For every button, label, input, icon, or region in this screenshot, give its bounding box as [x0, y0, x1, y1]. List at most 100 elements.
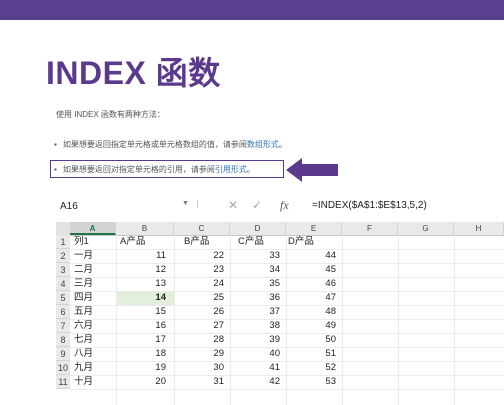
highlighted-cell[interactable]: 14 [117, 291, 174, 305]
row-header[interactable]: 3 [56, 263, 70, 277]
cell[interactable]: 35 [230, 277, 280, 291]
column-header-f[interactable]: F [342, 222, 398, 235]
left-arrow-icon [286, 158, 338, 182]
cell[interactable]: 40 [230, 347, 280, 361]
cell[interactable]: 29 [174, 347, 224, 361]
separator: ⁝ [196, 199, 200, 210]
cell[interactable]: 30 [174, 361, 224, 375]
cell[interactable]: 51 [286, 347, 336, 361]
bullet-array-form: ▪ 如果想要返回指定单元格或单元格数组的值，请参阅数组形式。 [54, 139, 287, 150]
cell[interactable]: 53 [286, 375, 336, 389]
column-header-h[interactable]: H [454, 222, 504, 235]
cell[interactable]: 36 [230, 291, 280, 305]
row-header[interactable]: 11 [56, 375, 70, 389]
cell[interactable]: 二月 [74, 263, 93, 277]
chevron-down-icon[interactable]: ▼ [182, 200, 189, 207]
cell[interactable]: 11 [116, 249, 166, 263]
cell[interactable]: 25 [174, 291, 224, 305]
cell[interactable]: 19 [116, 361, 166, 375]
formula-bar: A16 ▼ ⁝ ✕ ✓ fx =INDEX($A$1:$E$13,5,2) [56, 198, 504, 214]
column-header-d[interactable]: D [230, 222, 286, 235]
top-banner [0, 0, 504, 20]
column-header-g[interactable]: G [398, 222, 454, 235]
bullet-icon: ▪ [54, 165, 57, 174]
row-header[interactable]: 4 [56, 277, 70, 291]
bullet-end: 。 [246, 165, 255, 174]
column-header-b[interactable]: B [116, 222, 174, 235]
cell[interactable]: 八月 [74, 347, 93, 361]
cell[interactable]: 34 [230, 263, 280, 277]
cell[interactable]: 38 [230, 319, 280, 333]
cell[interactable]: 47 [286, 291, 336, 305]
cell[interactable]: 13 [116, 277, 166, 291]
cell[interactable]: 26 [174, 305, 224, 319]
cancel-icon[interactable]: ✕ [228, 198, 238, 212]
row-header[interactable]: 5 [56, 291, 70, 305]
cell[interactable]: 46 [286, 277, 336, 291]
bullet-text: 如果想要返回指定单元格或单元格数组的值，请参阅 [62, 140, 247, 149]
intro-text: 使用 INDEX 函数有两种方法： [56, 110, 165, 119]
cell[interactable]: 六月 [74, 319, 93, 333]
cell[interactable]: 一月 [74, 249, 93, 263]
row-header[interactable]: 8 [56, 333, 70, 347]
row-header[interactable]: 10 [56, 361, 70, 375]
row-header[interactable]: 7 [56, 319, 70, 333]
cell[interactable]: 17 [116, 333, 166, 347]
cell[interactable]: 24 [174, 277, 224, 291]
row-header[interactable]: 9 [56, 347, 70, 361]
row-header[interactable]: 2 [56, 249, 70, 263]
cell[interactable]: 52 [286, 361, 336, 375]
cell[interactable]: 七月 [74, 333, 93, 347]
cell[interactable]: 列1 [74, 235, 89, 249]
cell[interactable]: 41 [230, 361, 280, 375]
cell[interactable]: 48 [286, 305, 336, 319]
column-header-e[interactable]: E [286, 222, 342, 235]
cell[interactable]: 42 [230, 375, 280, 389]
select-all-corner[interactable] [56, 222, 70, 235]
row-header[interactable]: 1 [56, 235, 70, 249]
name-box[interactable]: A16 [60, 201, 78, 212]
cell[interactable]: 十月 [74, 375, 93, 389]
cell[interactable]: 37 [230, 305, 280, 319]
grid-line [398, 235, 399, 405]
cell[interactable]: C产品 [238, 235, 264, 249]
cell[interactable]: 12 [116, 263, 166, 277]
cell[interactable]: 三月 [74, 277, 93, 291]
cell[interactable]: D产品 [288, 235, 314, 249]
cell[interactable]: 49 [286, 319, 336, 333]
insert-function-icon[interactable]: fx [280, 198, 289, 213]
cell[interactable]: 39 [230, 333, 280, 347]
cell[interactable]: 31 [174, 375, 224, 389]
grid-line [454, 235, 455, 405]
cell[interactable]: 五月 [74, 305, 93, 319]
grid-line [70, 389, 504, 390]
grid-line [342, 235, 343, 405]
reference-form-link[interactable]: 引用形式 [215, 165, 247, 174]
enter-icon[interactable]: ✓ [252, 198, 262, 212]
array-form-link[interactable]: 数组形式 [247, 140, 279, 149]
bullet-text: 如果想要返回对指定单元格的引用，请参阅 [62, 165, 215, 174]
row-header[interactable]: 6 [56, 305, 70, 319]
bullet-reference-form: ▪ 如果想要返回对指定单元格的引用，请参阅引用形式。 [54, 164, 255, 175]
bullet-icon: ▪ [54, 140, 57, 149]
cell[interactable]: A产品 [120, 235, 145, 249]
spreadsheet-grid[interactable]: A B C D E F G H 1 列1 A产品 B产品 C产品 D产品 2 一… [56, 222, 504, 405]
cell[interactable]: 28 [174, 333, 224, 347]
column-header-c[interactable]: C [174, 222, 230, 235]
column-header-a[interactable]: A [70, 222, 116, 235]
cell[interactable]: 四月 [74, 291, 93, 305]
cell[interactable]: 22 [174, 249, 224, 263]
cell[interactable]: 16 [116, 319, 166, 333]
cell[interactable]: 20 [116, 375, 166, 389]
cell[interactable]: 45 [286, 263, 336, 277]
cell[interactable]: 50 [286, 333, 336, 347]
cell[interactable]: B产品 [184, 235, 209, 249]
cell[interactable]: 33 [230, 249, 280, 263]
cell[interactable]: 15 [116, 305, 166, 319]
formula-input[interactable]: =INDEX($A$1:$E$13,5,2) [312, 200, 427, 211]
cell[interactable]: 23 [174, 263, 224, 277]
cell[interactable]: 九月 [74, 361, 93, 375]
cell[interactable]: 44 [286, 249, 336, 263]
cell[interactable]: 18 [116, 347, 166, 361]
cell[interactable]: 27 [174, 319, 224, 333]
